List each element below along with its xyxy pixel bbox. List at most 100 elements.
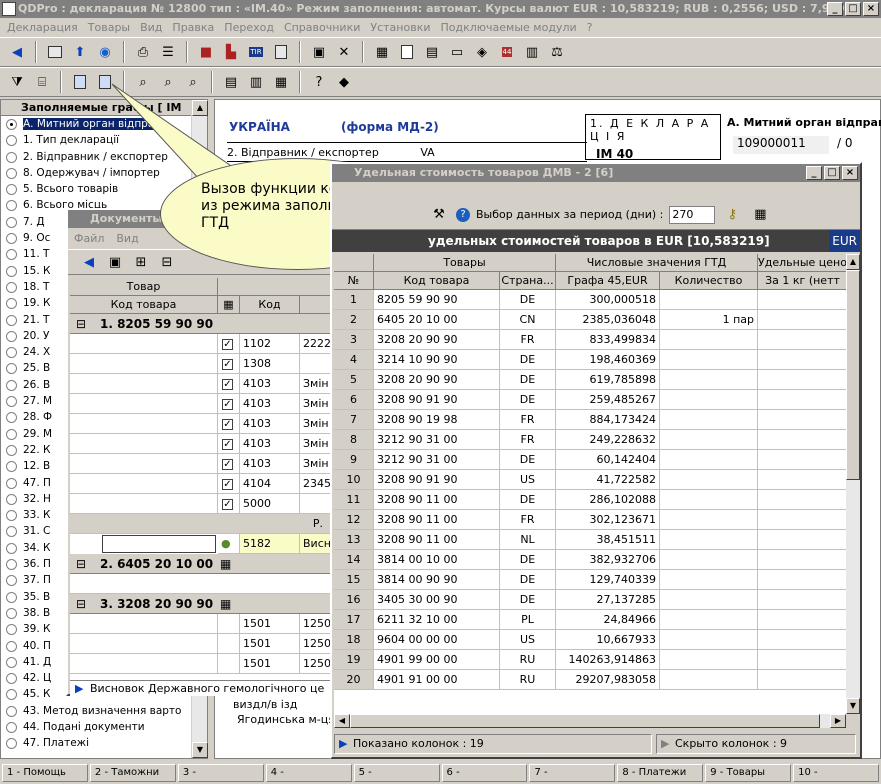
documents-icon[interactable] (270, 41, 292, 63)
per-kg-value[interactable] (758, 310, 846, 330)
row-checkbox[interactable]: ✓ (218, 374, 240, 394)
menu-settings[interactable]: Установки (365, 18, 435, 36)
row-checkbox[interactable]: ✓ (218, 414, 240, 434)
col-header-tovar[interactable]: Товар (70, 278, 218, 296)
row-number[interactable]: 10 (334, 470, 374, 490)
quantity[interactable] (660, 510, 758, 530)
customs-value[interactable]: 27,137285 (556, 590, 660, 610)
hscroll-thumb[interactable] (350, 714, 820, 728)
fkey-5[interactable]: 5 - (353, 764, 440, 782)
col-header-mark-icon[interactable]: ▦ (218, 296, 240, 314)
help-cursor-icon[interactable]: ? (308, 71, 330, 93)
per-kg-value[interactable] (758, 330, 846, 350)
menu-goods[interactable]: Товары (83, 18, 135, 36)
doc-desc[interactable] (300, 494, 332, 514)
row-number[interactable]: 13 (334, 530, 374, 550)
customs-value[interactable]: 129,740339 (556, 570, 660, 590)
save-icon[interactable]: ▣ (308, 41, 330, 63)
table-row[interactable]: 11 3208 90 11 00 DE 286,102088 (334, 490, 846, 510)
goods-code[interactable]: 3208 90 11 00 (374, 530, 500, 550)
per-kg-value[interactable] (758, 570, 846, 590)
maximize-button[interactable]: □ (845, 2, 861, 16)
quantity[interactable] (660, 530, 758, 550)
table-row[interactable]: 8 3212 90 31 00 FR 249,228632 (334, 430, 846, 450)
customs-value[interactable]: 619,785898 (556, 370, 660, 390)
table-row[interactable]: 18 9604 00 00 00 US 10,667933 (334, 630, 846, 650)
origin-country[interactable]: DE (500, 390, 556, 410)
menu-navigate[interactable]: Переход (219, 18, 279, 36)
customs-value[interactable]: 24,84966 (556, 610, 660, 630)
doc-subgroup-row[interactable]: Р. (70, 514, 332, 534)
origin-country[interactable]: FR (500, 510, 556, 530)
per-kg-value[interactable] (758, 630, 846, 650)
customs-value[interactable]: 38,451511 (556, 530, 660, 550)
customs-value[interactable]: 29207,983058 (556, 670, 660, 690)
folder-icon[interactable]: ▭ (446, 41, 468, 63)
vscroll-down-icon[interactable]: ▼ (846, 698, 860, 714)
row-number[interactable]: 17 (334, 610, 374, 630)
row-number[interactable]: 19 (334, 650, 374, 670)
table-row[interactable]: 16 3405 30 00 90 DE 27,137285 (334, 590, 846, 610)
origin-country[interactable]: US (500, 470, 556, 490)
radio-icon[interactable] (6, 673, 17, 685)
doc-desc[interactable]: Змін (300, 454, 332, 474)
col-header-qty[interactable]: Количество (660, 272, 758, 290)
goods-group-row[interactable]: ⊟ 2. 6405 20 10 00 ▦ (70, 554, 332, 574)
doc-code[interactable]: 4103 (240, 434, 300, 454)
table-row[interactable]: 1 8205 59 90 90 DE 300,000518 (334, 290, 846, 310)
menu-help[interactable]: ? (582, 18, 598, 36)
goods-code[interactable]: 3208 90 19 98 (374, 410, 500, 430)
collapse-icon[interactable]: ⊟ (76, 594, 86, 614)
quantity[interactable] (660, 290, 758, 310)
scales-icon[interactable]: ⚖ (546, 41, 568, 63)
quantity[interactable] (660, 410, 758, 430)
doc-edit-field[interactable] (102, 535, 216, 553)
table-icon[interactable]: ▤ (421, 41, 443, 63)
per-kg-value[interactable] (758, 510, 846, 530)
quantity[interactable] (660, 650, 758, 670)
quantity[interactable] (660, 670, 758, 690)
origin-country[interactable]: RU (500, 650, 556, 670)
table-row[interactable]: 13 3208 90 11 00 NL 38,451511 (334, 530, 846, 550)
radio-icon[interactable] (6, 542, 17, 554)
unit-cost-vscroll[interactable]: ▲ ▼ (846, 254, 860, 714)
quantity[interactable] (660, 570, 758, 590)
doc-desc[interactable]: Змін (300, 374, 332, 394)
row-number[interactable]: 1 (334, 290, 374, 310)
customs-value[interactable]: 41,722582 (556, 470, 660, 490)
radio-icon[interactable] (6, 119, 17, 130)
origin-country[interactable]: PL (500, 610, 556, 630)
table-row[interactable]: 7 3208 90 19 98 FR 884,173424 (334, 410, 846, 430)
customs-value[interactable]: 259,485267 (556, 390, 660, 410)
goods-code[interactable]: 3814 00 10 00 (374, 550, 500, 570)
goods-code[interactable]: 3208 20 90 90 (374, 370, 500, 390)
collapse-icon[interactable]: ⊟ (76, 314, 86, 334)
doc-code[interactable]: 5000 (240, 494, 300, 514)
collapse-icon[interactable]: ⊟ (76, 554, 86, 574)
help-icon[interactable]: ? (456, 207, 470, 222)
doc-desc[interactable]: 1250 (300, 614, 332, 634)
fkey-2[interactable]: 2 - Таможни (89, 764, 176, 782)
row-checkbox[interactable]: ✓ (218, 454, 240, 474)
per-kg-value[interactable] (758, 350, 846, 370)
per-kg-value[interactable] (758, 530, 846, 550)
radio-icon[interactable] (6, 607, 17, 619)
table-row[interactable]: 20 4901 91 00 00 RU 29207,983058 (334, 670, 846, 690)
customs-value[interactable]: 198,460369 (556, 350, 660, 370)
radio-icon[interactable] (6, 330, 17, 342)
row-number[interactable]: 3 (334, 330, 374, 350)
per-kg-value[interactable] (758, 430, 846, 450)
per-kg-value[interactable] (758, 670, 846, 690)
radio-icon[interactable] (6, 281, 17, 293)
table-row[interactable]: 17 6211 32 10 00 PL 24,84966 (334, 610, 846, 630)
doc-code[interactable]: 4103 (240, 414, 300, 434)
per-kg-value[interactable] (758, 470, 846, 490)
form-icon[interactable]: ▥ (521, 41, 543, 63)
menu-reference[interactable]: Справочники (279, 18, 365, 36)
fkey-7[interactable]: 7 - (529, 764, 616, 782)
doc-code[interactable]: 1102 (240, 334, 300, 354)
table-row[interactable]: 6 3208 90 91 90 DE 259,485267 (334, 390, 846, 410)
per-kg-value[interactable] (758, 450, 846, 470)
goods-code[interactable]: 3208 90 91 90 (374, 390, 500, 410)
goods-code[interactable]: 9604 00 00 00 (374, 630, 500, 650)
